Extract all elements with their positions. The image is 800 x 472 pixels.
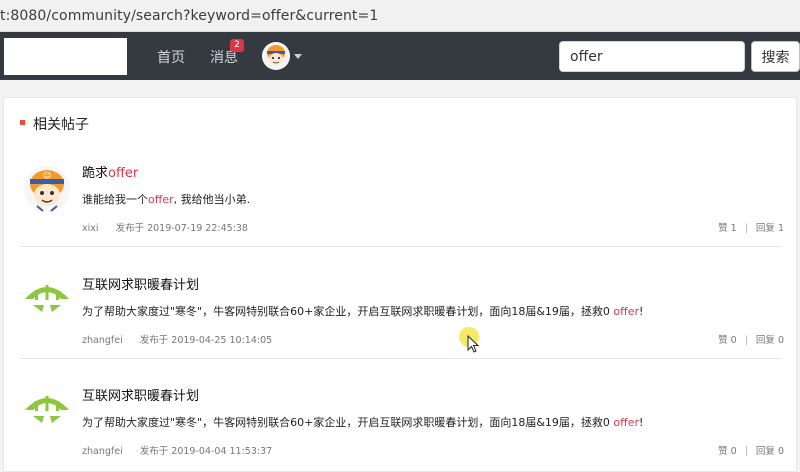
post-item: 互联网求职暖春计划 为了帮助大家度过"寒冬"，牛客网特别联合60+家企业，开启互…	[4, 371, 798, 472]
search-button[interactable]: 搜索	[751, 41, 800, 72]
post-content-text: , 我给他当小弟.	[173, 193, 251, 206]
post-content-highlight: offer	[148, 193, 174, 206]
post-content-text: 为了帮助大家度过"寒冬"，牛客网特别联合60+家企业，开启互联网求职暖春计划，面…	[82, 416, 614, 429]
browser-address-bar[interactable]: t:8080/community/search?keyword=offer&cu…	[0, 0, 800, 32]
post-stats: 赞 0 | 回复 0	[718, 332, 784, 346]
post-divider	[20, 246, 782, 247]
post-replies: 回复 0	[755, 335, 784, 346]
post-title[interactable]: 互联网求职暖春计划	[82, 274, 199, 293]
post-meta: xixi 发布于 2019-07-19 22:45:38	[82, 220, 248, 234]
section-marker	[20, 120, 25, 125]
post-content: 为了帮助大家度过"寒冬"，牛客网特别联合60+家企业，开启互联网求职暖春计划，面…	[82, 414, 643, 430]
post-replies: 回复 1	[755, 223, 784, 234]
nowcoder-logo-icon	[25, 285, 69, 312]
stats-separator: |	[744, 223, 748, 234]
post-author[interactable]: zhangfei	[82, 446, 123, 457]
post-likes[interactable]: 赞 0	[718, 335, 737, 346]
site-logo[interactable]	[4, 38, 127, 75]
mouse-cursor-icon	[459, 327, 480, 353]
section-title: 相关帖子	[33, 117, 89, 133]
post-item: ☺ 跪求offer 谁能给我一个offer, 我给他当小弟. xixi 发布于 …	[4, 148, 798, 259]
top-navbar: 首页 消息 2 搜索	[0, 32, 800, 80]
post-likes[interactable]: 赞 0	[718, 446, 737, 457]
stats-separator: |	[744, 446, 748, 457]
post-content-text: 谁能给我一个	[82, 193, 148, 206]
nav-home-link[interactable]: 首页	[157, 47, 185, 67]
author-avatar[interactable]	[23, 388, 71, 436]
post-time: 发布于 2019-04-04 11:53:37	[139, 446, 273, 457]
post-content-highlight: offer	[613, 305, 640, 318]
post-content-text: 为了帮助大家度过"寒冬"，牛客网特别联合60+家企业，开启互联网求职暖春计划，面…	[82, 305, 614, 318]
search-input[interactable]	[559, 41, 745, 72]
search-results-panel: 相关帖子 ☺ 跪求offer 谁能给我一个offer, 我给他当小弟. xixi	[3, 97, 797, 472]
post-meta: zhangfei 发布于 2019-04-25 10:14:05	[82, 332, 272, 346]
post-meta: zhangfei 发布于 2019-04-04 11:53:37	[82, 443, 272, 457]
chevron-down-icon[interactable]	[294, 54, 302, 59]
messages-count-badge: 2	[230, 39, 244, 52]
nowcoder-logo-icon	[25, 396, 69, 423]
post-stats: 赞 1 | 回复 1	[718, 220, 784, 234]
post-content-highlight: offer	[613, 416, 640, 429]
post-item: 互联网求职暖春计划 为了帮助大家度过"寒冬"，牛客网特别联合60+家企业，开启互…	[4, 260, 798, 371]
author-avatar-icon: ☺	[24, 166, 70, 212]
post-content-text: !	[639, 305, 644, 318]
url-text[interactable]: t:8080/community/search?keyword=offer&cu…	[0, 8, 378, 24]
post-author[interactable]: xixi	[82, 223, 99, 234]
post-time: 发布于 2019-04-25 10:14:05	[139, 335, 273, 346]
post-likes[interactable]: 赞 1	[718, 223, 737, 234]
post-divider	[20, 358, 782, 359]
post-stats: 赞 0 | 回复 0	[718, 443, 784, 457]
post-content-text: !	[639, 416, 644, 429]
author-avatar[interactable]	[23, 277, 71, 325]
post-title[interactable]: 互联网求职暖春计划	[82, 385, 199, 404]
svg-text:☺: ☺	[43, 171, 51, 180]
post-author[interactable]: zhangfei	[82, 335, 123, 346]
post-title-highlight: offer	[108, 166, 139, 181]
post-title-text: 跪求	[82, 166, 109, 181]
post-time: 发布于 2019-07-19 22:45:38	[115, 223, 248, 234]
post-content: 为了帮助大家度过"寒冬"，牛客网特别联合60+家企业，开启互联网求职暖春计划，面…	[82, 303, 643, 319]
stats-separator: |	[744, 335, 748, 346]
post-replies: 回复 0	[755, 446, 784, 457]
post-content: 谁能给我一个offer, 我给他当小弟.	[82, 191, 250, 207]
author-avatar[interactable]: ☺	[23, 165, 71, 213]
post-title[interactable]: 跪求offer	[82, 162, 138, 181]
user-avatar-icon	[262, 42, 290, 70]
user-avatar[interactable]	[262, 42, 290, 70]
